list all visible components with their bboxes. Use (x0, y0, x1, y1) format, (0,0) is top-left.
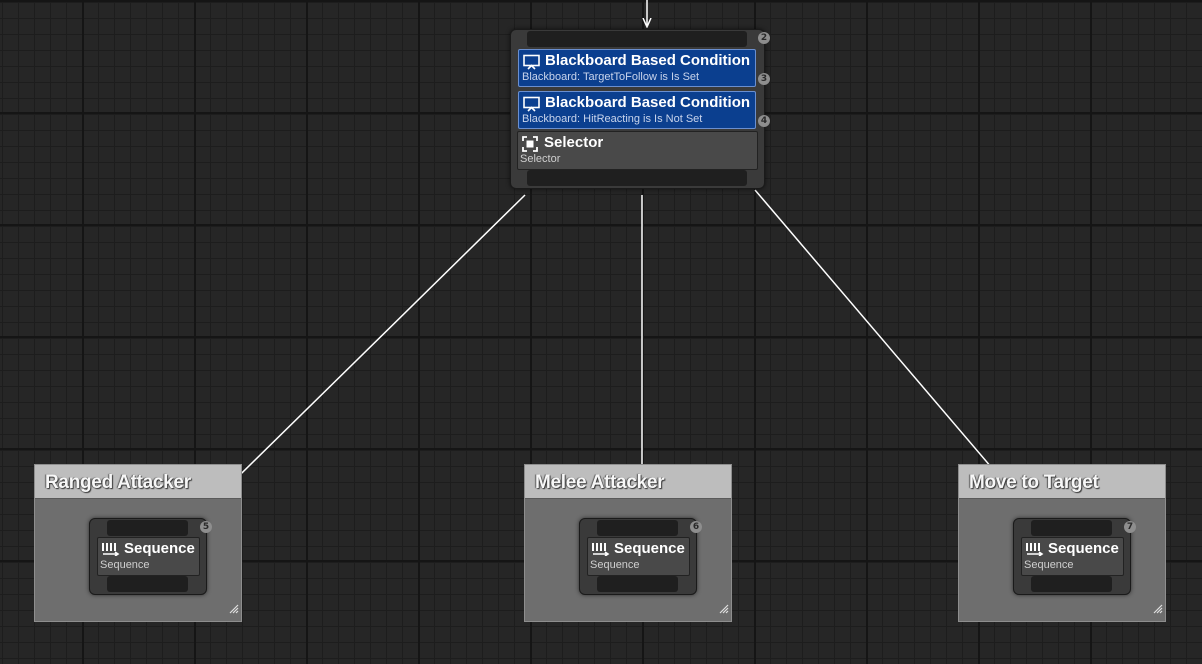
comment-title: Move to Target (969, 472, 1099, 493)
resize-grip-icon[interactable] (1153, 601, 1163, 619)
composite-subtitle: Sequence (100, 559, 150, 571)
output-pin[interactable] (107, 576, 188, 592)
comment-header[interactable]: Ranged Attacker (35, 465, 241, 499)
composite-subtitle: Selector (520, 153, 561, 165)
decorator-hit-reacting[interactable]: Blackboard Based Condition Blackboard: H… (518, 91, 756, 129)
resize-grip-icon[interactable] (719, 601, 729, 619)
sequence-composite[interactable]: Sequence Sequence (587, 537, 690, 576)
comment-title: Ranged Attacker (45, 472, 191, 493)
resize-grip-icon[interactable] (229, 601, 239, 619)
input-pin[interactable] (107, 520, 188, 536)
decorator-title: Blackboard Based Condition (545, 52, 751, 69)
execution-index-badge: 7 (1124, 521, 1136, 533)
wire-ranged (194, 194, 526, 520)
composite-subtitle: Sequence (1024, 559, 1074, 571)
comment-title: Melee Attacker (535, 472, 665, 493)
sequence-composite[interactable]: Sequence Sequence (97, 537, 200, 576)
output-pin[interactable] (1031, 576, 1112, 592)
execution-index-badge: 2 (758, 32, 770, 44)
input-pin[interactable] (597, 520, 678, 536)
execution-index-badge: 5 (200, 521, 212, 533)
composite-title: Sequence (614, 540, 685, 557)
decorator-target-to-follow[interactable]: Blackboard Based Condition Blackboard: T… (518, 49, 756, 87)
decorator-subtitle: Blackboard: TargetToFollow is Is Set (522, 71, 700, 83)
sequence-node-melee[interactable]: 6 Sequence Sequence (579, 518, 702, 595)
decorator-index-badge: 3 (758, 73, 770, 85)
input-pin[interactable] (1031, 520, 1112, 536)
composite-title: Sequence (1048, 540, 1119, 557)
composite-title: Selector (544, 134, 604, 151)
output-pin[interactable] (527, 170, 747, 186)
sequence-node-move[interactable]: 7 Sequence Sequence (1013, 518, 1136, 595)
comment-header[interactable]: Move to Target (959, 465, 1165, 499)
decorator-index-badge: 4 (758, 115, 770, 127)
selector-node[interactable]: 2 Blackboard Based Condition Blackboard:… (510, 29, 770, 189)
decorator-subtitle: Blackboard: HitReacting is Is Not Set (522, 113, 703, 125)
sequence-node-ranged[interactable]: 5 Sequence Sequence (89, 518, 212, 595)
decorator-title: Blackboard Based Condition (545, 94, 751, 111)
sequence-composite[interactable]: Sequence Sequence (1021, 537, 1124, 576)
execution-index-badge: 6 (690, 521, 702, 533)
composite-title: Sequence (124, 540, 195, 557)
output-pin[interactable] (597, 576, 678, 592)
comment-header[interactable]: Melee Attacker (525, 465, 731, 499)
composite-subtitle: Sequence (590, 559, 640, 571)
input-pin[interactable] (527, 31, 747, 47)
selector-composite[interactable]: Selector Selector (517, 131, 758, 170)
